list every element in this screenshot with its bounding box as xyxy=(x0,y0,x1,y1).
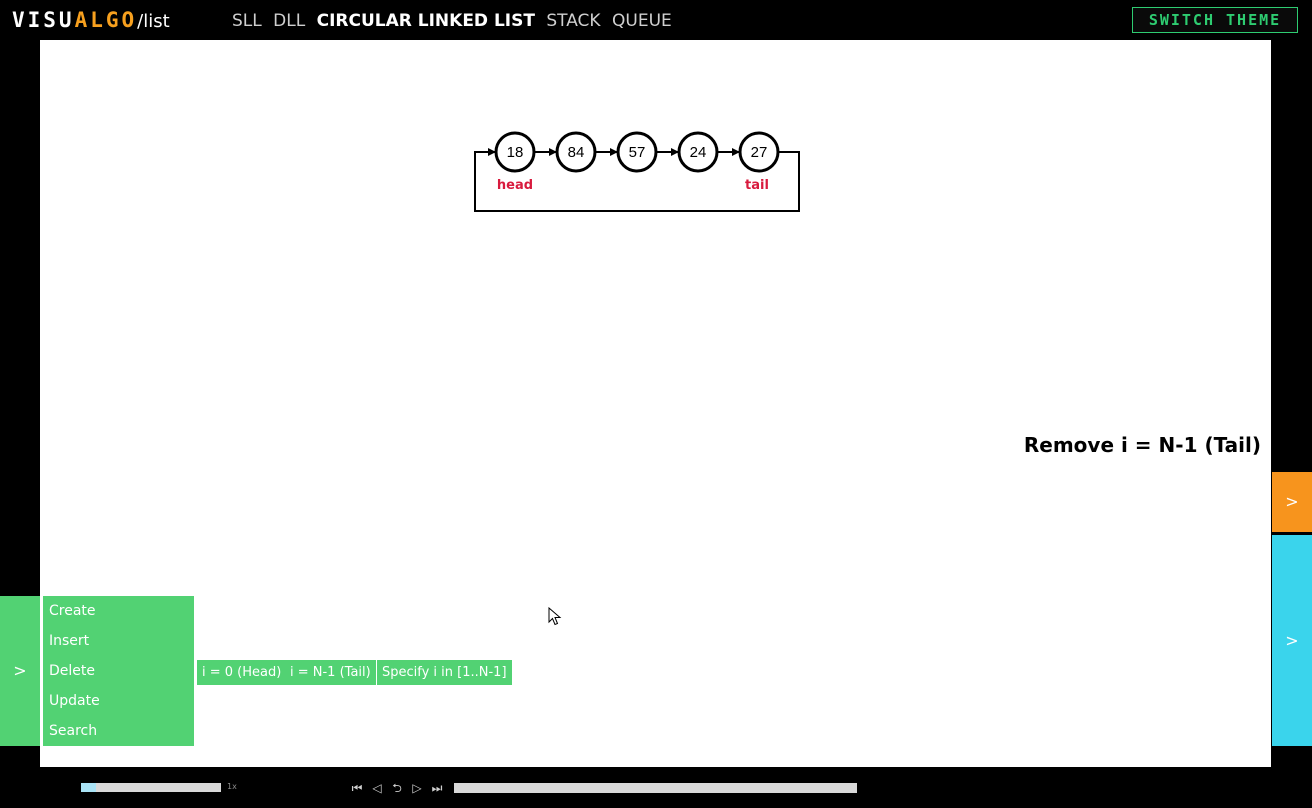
head-pointer-label: head xyxy=(497,178,533,193)
list-node[interactable]: 57 xyxy=(616,131,658,173)
delete-tail-button[interactable]: i = N-1 (Tail) xyxy=(285,660,376,685)
speed-slider-fill xyxy=(81,783,97,792)
action-insert[interactable]: Insert xyxy=(43,626,194,656)
status-message: Remove i = N-1 (Tail) xyxy=(1023,433,1261,457)
action-search[interactable]: Search xyxy=(43,716,194,746)
list-node[interactable]: 27 xyxy=(738,131,780,173)
nav-sll[interactable]: SLL xyxy=(232,11,262,31)
delete-specify-i-button[interactable]: Specify i in [1..N-1] xyxy=(377,660,512,685)
action-update[interactable]: Update xyxy=(43,686,194,716)
list-node[interactable]: 84 xyxy=(555,131,597,173)
delete-head-button[interactable]: i = 0 (Head) xyxy=(197,660,287,685)
logo-text-algo: ALGO xyxy=(74,8,138,32)
codetrace-panel-toggle[interactable]: > xyxy=(1272,535,1312,746)
nav-circular-linked-list[interactable]: CIRCULAR LINKED LIST xyxy=(317,11,535,31)
tail-pointer-label: tail xyxy=(745,178,769,193)
list-node[interactable]: 18 xyxy=(494,131,536,173)
go-to-beginning-icon[interactable]: ⏮ xyxy=(350,780,364,796)
action-delete[interactable]: Delete xyxy=(43,656,194,686)
status-panel-toggle[interactable]: > xyxy=(1272,472,1312,532)
node-value: 57 xyxy=(629,144,646,161)
top-bar: VISUALGO/list SLL DLL CIRCULAR LINKED LI… xyxy=(0,0,1312,40)
visualization-canvas: 18 84 57 24 27 head tail Remove i = N-1 (Tai… xyxy=(40,40,1271,767)
logo-suffix: /list xyxy=(137,11,170,32)
repeat-icon[interactable]: ⮌ xyxy=(390,780,404,796)
animation-progress-bar[interactable] xyxy=(454,783,857,793)
step-forward-icon[interactable]: ▷ xyxy=(410,780,424,796)
speed-label: 1x xyxy=(227,782,237,791)
node-value: 27 xyxy=(751,144,768,161)
linked-list-graph: 18 84 57 24 27 head tail xyxy=(474,131,800,212)
list-node[interactable]: 24 xyxy=(677,131,719,173)
node-value: 18 xyxy=(507,144,524,161)
switch-theme-button[interactable]: SWITCH THEME xyxy=(1132,7,1298,33)
go-to-end-icon[interactable]: ⏭ xyxy=(430,780,444,796)
visualgo-logo[interactable]: VISUALGO/list xyxy=(12,8,170,34)
nav-queue[interactable]: QUEUE xyxy=(612,11,672,31)
logo-text-visu: VISU xyxy=(12,8,75,32)
nav-stack[interactable]: STACK xyxy=(546,11,600,31)
speed-slider[interactable] xyxy=(81,783,221,792)
mouse-pointer-icon xyxy=(548,607,562,626)
topic-nav: SLL DLL CIRCULAR LINKED LIST STACK QUEUE xyxy=(232,10,678,32)
node-value: 24 xyxy=(690,144,707,161)
actions-panel-toggle[interactable]: > xyxy=(0,596,40,746)
action-create[interactable]: Create xyxy=(43,596,194,626)
step-backward-icon[interactable]: ◁ xyxy=(370,780,384,796)
actions-menu: Create Insert Delete Update Search xyxy=(43,596,194,746)
node-value: 84 xyxy=(568,144,585,161)
nav-dll[interactable]: DLL xyxy=(273,11,305,31)
